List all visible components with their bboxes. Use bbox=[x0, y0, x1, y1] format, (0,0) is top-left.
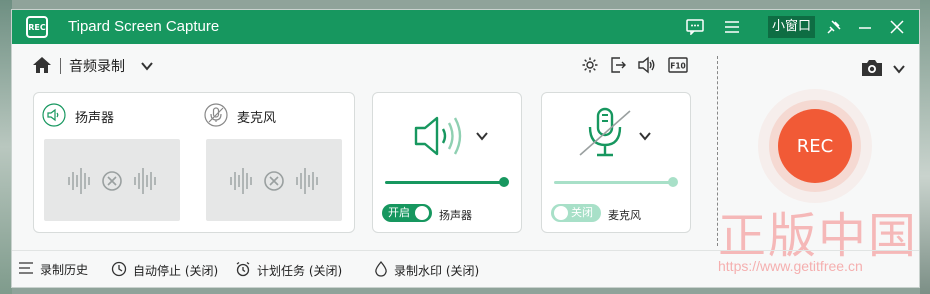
pin-icon[interactable] bbox=[823, 16, 845, 38]
record-button[interactable]: REC bbox=[778, 109, 852, 183]
mode-label[interactable]: 音频录制 bbox=[69, 56, 125, 76]
gear-icon[interactable] bbox=[579, 54, 601, 76]
auto-stop-label: 自动停止 (关闭) bbox=[133, 264, 219, 278]
system-sound-card: 开启 扬声器 bbox=[372, 92, 522, 233]
microphone-icon[interactable] bbox=[576, 107, 634, 163]
app-logo: REC bbox=[26, 16, 48, 38]
microphone-source-icon bbox=[204, 103, 228, 131]
toolbar: 音频录制 F10 bbox=[12, 44, 717, 89]
microphone-caption: 麦克风 bbox=[608, 209, 641, 222]
feedback-icon[interactable] bbox=[684, 16, 706, 38]
microphone-toggle-knob bbox=[554, 206, 568, 220]
camera-chevron-down-icon[interactable] bbox=[892, 61, 906, 80]
alarm-icon bbox=[235, 261, 251, 280]
microphone-toggle-text: 关闭 bbox=[571, 206, 593, 219]
system-sound-caption: 扬声器 bbox=[439, 209, 472, 222]
system-sound-toggle[interactable]: 开启 bbox=[382, 204, 432, 222]
camera-icon[interactable] bbox=[860, 58, 884, 82]
microphone-volume-slider[interactable] bbox=[554, 181, 676, 184]
history-button[interactable]: 录制历史 bbox=[18, 261, 88, 278]
audio-sources-card: 扬声器 麦克风 bbox=[33, 92, 355, 233]
bottom-bar: 录制历史 自动停止 (关闭) 计划任务 (关闭) 录制水印 (关闭) bbox=[12, 250, 919, 289]
watermark-button[interactable]: 录制水印 (关闭) bbox=[374, 261, 479, 280]
mini-window-button[interactable]: 小窗口 bbox=[768, 16, 816, 38]
export-icon[interactable] bbox=[607, 54, 629, 76]
chevron-down-icon[interactable] bbox=[140, 58, 154, 77]
svg-text:F10: F10 bbox=[670, 62, 686, 71]
microphone-card: 关闭 麦克风 bbox=[541, 92, 691, 233]
auto-stop-button[interactable]: 自动停止 (关闭) bbox=[111, 261, 218, 280]
microphone-toggle[interactable]: 关闭 bbox=[551, 204, 601, 222]
system-volume-slider[interactable] bbox=[385, 181, 507, 184]
drop-icon bbox=[374, 261, 388, 280]
minimize-icon[interactable] bbox=[854, 16, 876, 38]
home-icon[interactable] bbox=[32, 56, 52, 78]
speaker-icon[interactable] bbox=[636, 54, 658, 76]
speaker-source-icon bbox=[42, 103, 66, 131]
close-icon[interactable] bbox=[886, 16, 908, 38]
history-label: 录制历史 bbox=[40, 263, 89, 277]
breadcrumb-divider bbox=[60, 58, 61, 74]
speaker-large-icon[interactable] bbox=[413, 113, 469, 163]
f10-icon[interactable]: F10 bbox=[667, 54, 689, 76]
list-icon bbox=[18, 261, 34, 278]
menu-icon[interactable] bbox=[721, 16, 743, 38]
schedule-label: 计划任务 (关闭) bbox=[257, 264, 343, 278]
title-bar: REC Tipard Screen Capture 小窗口 bbox=[12, 10, 919, 44]
speaker-source-label: 扬声器 bbox=[75, 111, 115, 126]
system-sound-chevron-down-icon[interactable] bbox=[475, 128, 489, 147]
clock-icon bbox=[111, 261, 127, 280]
schedule-button[interactable]: 计划任务 (关闭) bbox=[235, 261, 342, 280]
microphone-source-label: 麦克风 bbox=[237, 111, 277, 126]
microphone-volume-handle[interactable] bbox=[668, 177, 678, 187]
system-sound-toggle-knob bbox=[415, 206, 429, 220]
system-sound-toggle-text: 开启 bbox=[388, 206, 410, 219]
system-volume-handle[interactable] bbox=[499, 177, 509, 187]
microphone-chevron-down-icon[interactable] bbox=[638, 128, 652, 147]
speaker-waveform bbox=[44, 139, 180, 221]
desktop-background-right bbox=[920, 0, 930, 294]
app-title: Tipard Screen Capture bbox=[68, 18, 220, 35]
app-logo-text: REC bbox=[28, 22, 46, 32]
microphone-waveform bbox=[206, 139, 342, 221]
watermark-label: 录制水印 (关闭) bbox=[394, 264, 480, 278]
app-window: REC Tipard Screen Capture 小窗口 音频录制 F10 扬… bbox=[11, 9, 920, 288]
